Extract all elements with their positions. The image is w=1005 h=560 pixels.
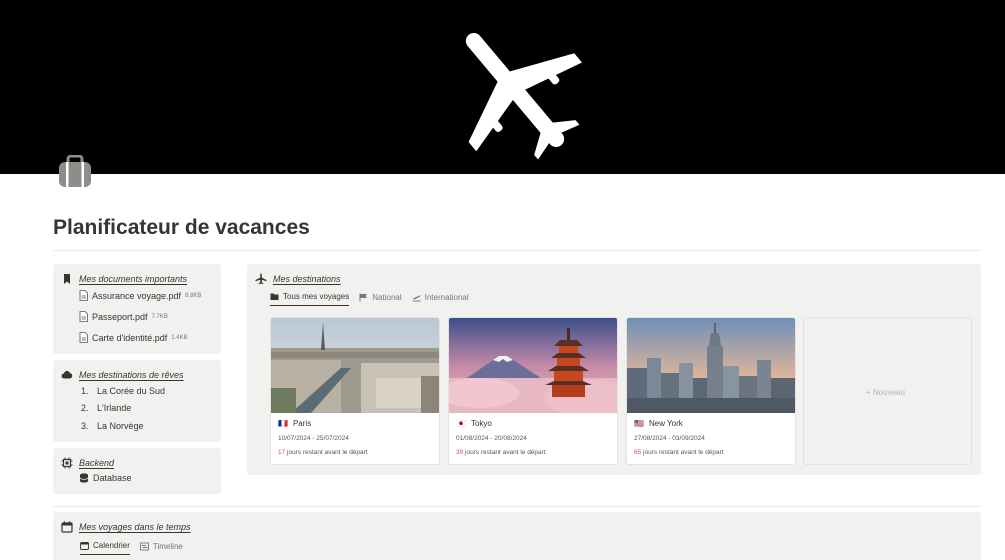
documents-panel: Mes documents importants Assurance voyag… [53,264,221,354]
timeline-tabs: Calendrier Timeline [80,541,183,555]
document-size: 8.8KB [185,292,202,299]
flag-us-icon: 🇺🇸 [634,419,644,428]
list-label: La Corée du Sud [97,386,166,396]
paris-photo [271,318,439,413]
folder-icon [270,293,279,300]
days-count: 39 [456,449,464,456]
new-card-label: + Nouveau [866,388,905,397]
chip-icon [61,457,73,469]
destination-card[interactable]: 🇫🇷 Paris 10/07/2024 - 25/07/2024 17 jour… [270,317,440,465]
days-count: 17 [278,449,286,456]
days-count: 65 [634,449,642,456]
list-number: 3. [81,421,89,431]
destination-card[interactable]: 🇺🇸 New York 27/08/2024 - 03/09/2024 65 j… [626,317,796,465]
tab-international[interactable]: International [412,292,469,306]
airplane-icon [255,273,267,285]
tab-calendrier[interactable]: Calendrier [80,541,130,555]
document-size: 7.7KB [151,313,168,320]
backend-header[interactable]: Backend [61,457,114,469]
timeline-title: Mes voyages dans le temps [79,522,191,532]
list-label: La Norvège [97,421,144,431]
document-name: Passeport.pdf [92,311,148,322]
card-title: 🇫🇷 Paris [278,419,311,428]
timeline-panel: Mes voyages dans le temps [53,512,981,560]
document-item[interactable]: Assurance voyage.pdf 8.8KB [79,290,201,301]
tab-label: National [372,292,402,302]
new-york-photo [627,318,795,413]
bookmark-icon [64,274,70,284]
divider [53,506,981,507]
tab-label: Timeline [152,541,183,551]
cloud-icon [61,370,73,379]
list-item[interactable]: 1. La Corée du Sud [81,386,165,396]
tab-label: Tous mes voyages [283,292,350,301]
trip-dates: 10/07/2024 - 25/07/2024 [278,435,349,442]
document-size: 1.4KB [171,334,188,341]
airplane-icon [465,32,582,160]
timeline-header[interactable]: Mes voyages dans le temps [61,521,191,533]
list-number: 2. [81,403,89,413]
document-name: Carte d'identité.pdf [92,332,168,343]
new-card-button[interactable]: + Nouveau [803,317,972,465]
file-icon [79,311,88,322]
timeline-icon [139,542,149,550]
backend-item-label: Database [93,473,132,483]
document-item[interactable]: Passeport.pdf 7.7KB [79,311,168,322]
tab-label: Calendrier [93,541,130,550]
document-item[interactable]: Carte d'identité.pdf 1.4KB [79,332,188,343]
days-text: jours restant avant le départ [643,449,724,456]
destinations-title: Mes destinations [273,274,341,284]
tab-label: International [424,292,469,302]
city-name: Paris [292,419,312,428]
divider [53,250,981,251]
database-icon [79,473,89,483]
calendar-icon [80,542,89,550]
plane-takeoff-icon [412,294,421,301]
documents-header[interactable]: Mes documents importants [61,273,187,285]
page-title: Planificateur de vacances [53,216,310,239]
city-name: New York [648,419,683,428]
flag-icon [359,293,368,301]
tab-tous-mes-voyages[interactable]: Tous mes voyages [270,292,350,306]
document-name: Assurance voyage.pdf [92,290,182,301]
documents-title: Mes documents importants [79,274,188,284]
file-icon [79,332,88,343]
destinations-header[interactable]: Mes destinations [255,273,341,285]
destination-card[interactable]: 🇯🇵 Tokyo 01/08/2024 - 20/08/2024 39 jour… [448,317,618,465]
tab-timeline[interactable]: Timeline [139,541,183,555]
city-name: Tokyo [470,419,492,428]
days-remaining: 65 jours restant avant le départ [634,449,724,456]
calendar-icon [61,521,73,533]
days-text: jours restant avant le départ [287,449,368,456]
trip-dates: 01/08/2024 - 20/08/2024 [456,435,527,442]
list-item[interactable]: 2. L'Irlande [81,403,131,413]
luggage-icon [59,155,91,187]
dreams-header[interactable]: Mes destinations de rêves [61,369,184,381]
flag-jp-icon: 🇯🇵 [456,419,466,428]
days-remaining: 17 jours restant avant le départ [278,449,368,456]
flag-fr-icon: 🇫🇷 [278,419,288,428]
list-label: L'Irlande [97,403,132,413]
days-remaining: 39 jours restant avant le départ [456,449,546,456]
list-item[interactable]: 3. La Norvège [81,421,144,431]
card-title: 🇯🇵 Tokyo [456,419,492,428]
cover-image [0,0,1005,174]
trip-dates: 27/08/2024 - 03/09/2024 [634,435,705,442]
file-icon [79,290,88,301]
backend-panel: Backend Database [53,448,221,494]
days-text: jours restant avant le départ [465,449,546,456]
dreams-title: Mes destinations de rêves [79,370,184,380]
backend-item[interactable]: Database [79,473,132,483]
list-number: 1. [81,386,89,396]
destinations-tabs: Tous mes voyages National International [270,292,469,306]
tokyo-photo [449,318,617,413]
tab-national[interactable]: National [359,292,402,306]
backend-title: Backend [79,458,115,468]
card-title: 🇺🇸 New York [634,419,683,428]
dreams-panel: Mes destinations de rêves 1. La Corée du… [53,360,221,442]
